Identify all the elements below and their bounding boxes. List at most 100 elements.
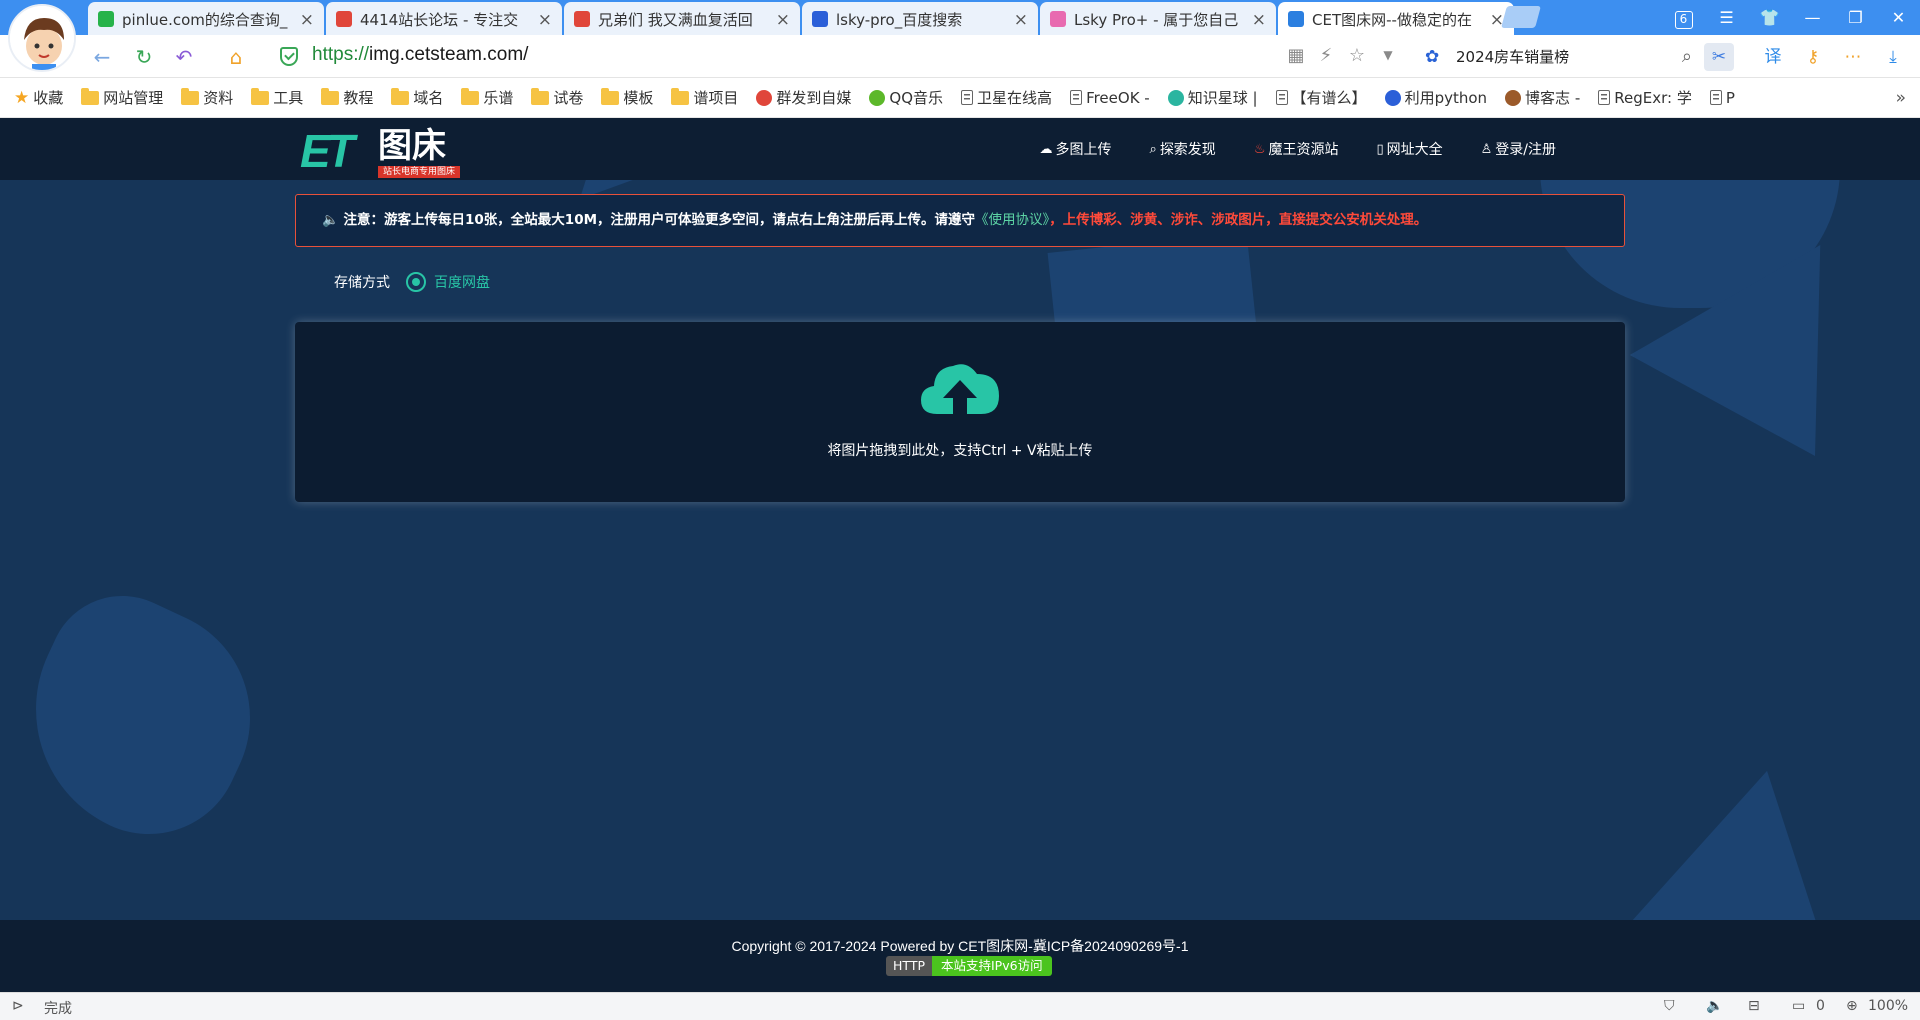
browser-tab[interactable]: lsky-pro_百度搜索 × [802,2,1038,35]
ad-block-icon[interactable]: ▭ [1792,998,1805,1014]
nav-item[interactable]: ♙ 登录/注册 [1481,139,1556,159]
tab-label: pinlue.com的综合查询_ [122,11,288,29]
key-icon[interactable]: ⚷ [1798,43,1828,71]
zoom-level[interactable]: 100% [1868,998,1908,1014]
bookmark-item[interactable]: 卫星在线高 [961,87,1052,108]
bookmark-item[interactable]: 工具 [251,87,303,108]
url-field[interactable]: https://img.cetsteam.com/ [312,44,528,66]
back-icon[interactable]: ← [88,43,116,71]
browser-tab[interactable]: pinlue.com的综合查询_ × [88,2,324,35]
badge-right: 本站支持IPv6访问 [932,956,1052,976]
bookmarks-overflow-icon[interactable]: » [1896,88,1906,108]
bookmark-label: P [1725,88,1735,107]
bookmark-label: 知识星球 | [1187,89,1258,107]
bookmark-item[interactable]: 资料 [181,87,233,108]
nav-item[interactable]: ▯ 网址大全 [1376,139,1442,159]
tab-close-icon[interactable]: × [1252,2,1266,35]
folder-icon [321,87,340,105]
footer-copyright: Copyright © 2017-2024 Powered by CET图床网-… [731,938,1189,954]
folder-icon [181,87,200,105]
tab-favicon-icon [1288,11,1304,27]
nav-label: 魔王资源站 [1268,142,1339,158]
bookmark-item[interactable]: 试卷 [531,87,583,108]
translate-icon[interactable]: 译 [1758,43,1788,71]
bookmark-item[interactable]: 博客志 - [1505,87,1580,108]
nav-item[interactable]: ♨ 魔王资源站 [1254,139,1339,159]
bookmark-item[interactable]: 知识星球 | [1167,87,1258,108]
tab-close-icon[interactable]: × [1490,2,1504,35]
bookmark-item[interactable]: RegExr: 学 [1598,87,1692,108]
storage-option-label[interactable]: 百度网盘 [434,272,490,292]
tab-close-icon[interactable]: × [776,2,790,35]
bookmark-item[interactable]: 网站管理 [81,87,163,108]
qrcode-icon[interactable]: ▦ [1284,45,1308,66]
maximize-icon[interactable]: ❐ [1834,0,1877,35]
tab-close-icon[interactable]: × [538,2,552,35]
bookmark-item[interactable]: 教程 [321,87,373,108]
ipv6-badge[interactable]: HTTP 本站支持IPv6访问 [886,956,1052,976]
site-logo[interactable]: ET 图床 站长电商专用图床 [300,126,465,178]
bookmark-star-icon[interactable]: ☆ [1345,45,1369,66]
terms-link[interactable]: 《使用协议》 [975,212,1049,228]
chevron-down-icon[interactable]: ▼ [1376,48,1400,62]
bookmark-item[interactable]: 域名 [391,87,443,108]
bookmark-item[interactable]: 乐谱 [461,87,513,108]
bookmark-item[interactable]: FreeOK - [1070,89,1150,107]
bookmark-label: 卫星在线高 [977,89,1053,107]
bookmark-item[interactable]: 【有谱么】 [1275,87,1367,108]
menu-icon[interactable]: ☰ [1705,0,1748,35]
site-nav: ☁ 多图上传 ⌕ 探索发现 ♨ 魔王资源站 ▯ 网址大全 ♙ 登录/注册 [1002,118,1556,180]
tab-label: 兄弟们 我又满血复活回 [598,11,753,29]
nav-item[interactable]: ⌕ 探索发现 [1150,139,1216,159]
bookmark-label: 【有谱么】 [1291,89,1367,107]
url-host: img.cetsteam.com/ [369,44,529,65]
cache-icon[interactable]: ⊟ [1748,998,1760,1014]
bookmark-label: 利用python [1404,89,1488,107]
bookmark-item[interactable]: 利用python [1384,87,1488,108]
new-tab-button[interactable] [1501,6,1541,28]
tab-favicon-icon [336,11,352,27]
site-favicon-icon [869,89,886,106]
search-suggestion: 2024房车销量榜 [1456,48,1570,66]
tab-label: Lsky Pro+ - 属于您自己 [1074,11,1239,29]
home-icon[interactable]: ⌂ [222,43,250,71]
more-dots-icon[interactable]: ⋯ [1838,43,1868,71]
download-icon[interactable]: ⤓ [1878,43,1908,71]
search-icon[interactable]: ⌕ [1682,43,1692,71]
browser-tab[interactable]: 4414站长论坛 - 专注交 × [326,2,562,35]
bookmark-item[interactable]: QQ音乐 [869,87,943,108]
nav-item[interactable]: ☁ 多图上传 [1040,139,1112,159]
search-box[interactable]: ✿ 2024房车销量榜 ⌕ [1420,43,1700,71]
bookmark-label: 模板 [623,89,654,107]
scissors-icon[interactable]: ✂ [1704,43,1734,71]
tab-count-button[interactable]: 6 [1662,0,1705,35]
reload-icon[interactable]: ↻ [130,43,158,71]
minimize-icon[interactable]: — [1791,0,1834,35]
upload-dropzone[interactable]: 将图片拖拽到此处，支持Ctrl + V粘贴上传 [295,322,1625,502]
zoom-icon[interactable]: ⊕ [1846,998,1858,1014]
browser-tab[interactable]: Lsky Pro+ - 属于您自己 × [1040,2,1276,35]
lightning-icon[interactable]: ⚡ [1314,45,1338,66]
bookmark-item[interactable]: 群发到自媒 [756,87,851,108]
browser-tab-bar: pinlue.com的综合查询_ × 4414站长论坛 - 专注交 × 兄弟们 我又满血… [0,0,1920,35]
bookmark-item[interactable]: 谱项目 [671,87,738,108]
browser-tab[interactable]: CET图床网--做稳定的在 × [1278,2,1514,35]
shield-icon[interactable]: ⛉ [1664,998,1675,1014]
secure-shield-icon[interactable] [280,47,298,66]
user-avatar[interactable] [8,4,76,72]
bookmark-item[interactable]: 模板 [601,87,653,108]
tab-close-icon[interactable]: × [300,2,314,35]
undo-icon[interactable]: ↶ [170,43,198,71]
tab-label: CET图床网--做稳定的在 [1312,11,1472,29]
bookmark-label: 域名 [413,89,444,107]
storage-radio[interactable] [406,272,426,292]
tab-close-icon[interactable]: × [1014,2,1028,35]
browser-tab[interactable]: 兄弟们 我又满血复活回 × [564,2,800,35]
skin-icon[interactable]: 👕 [1748,0,1791,35]
bookmark-item[interactable]: ★ 收藏 [14,87,63,108]
sound-icon[interactable]: 🔈 [1706,998,1723,1014]
logo-mark: ET [300,125,355,177]
bookmark-item[interactable]: P [1709,88,1735,107]
close-window-icon[interactable]: ✕ [1877,0,1920,35]
sidebar-toggle-icon[interactable]: ⊳ [12,998,24,1014]
